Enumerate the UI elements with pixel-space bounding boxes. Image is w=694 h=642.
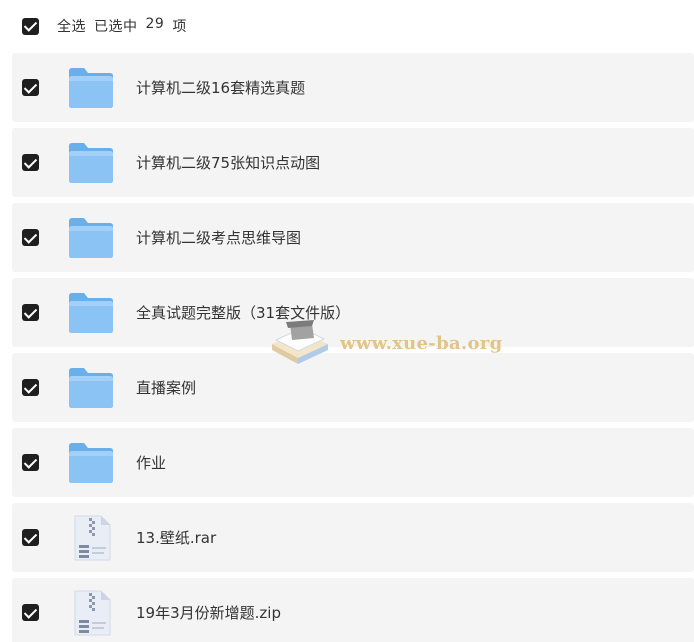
row-checkbox[interactable] xyxy=(22,379,39,396)
file-selection-page: 全选 已选中 29 项 计算机二级16套精选真题 计算机二级75张知识点动图 计算机… xyxy=(0,0,694,642)
file-row[interactable]: 计算机二级16套精选真题 xyxy=(12,53,694,122)
row-checkbox[interactable] xyxy=(22,604,39,621)
file-name[interactable]: 直播案例 xyxy=(136,377,196,398)
folder-icon xyxy=(68,215,114,261)
select-all-checkbox[interactable] xyxy=(22,17,39,35)
row-checkbox[interactable] xyxy=(22,154,39,171)
selected-count: 29 xyxy=(145,16,165,32)
file-name[interactable]: 计算机二级考点思维导图 xyxy=(136,227,301,248)
file-row[interactable]: 13.壁纸.rar xyxy=(12,503,694,572)
file-row[interactable]: 19年3月份新增题.zip xyxy=(12,578,694,642)
file-row[interactable]: 计算机二级考点思维导图 xyxy=(12,203,694,272)
file-name[interactable]: 计算机二级75张知识点动图 xyxy=(136,152,320,173)
row-checkbox[interactable] xyxy=(22,79,39,96)
folder-icon xyxy=(68,140,114,186)
count-unit: 项 xyxy=(172,19,187,35)
row-checkbox[interactable] xyxy=(22,229,39,246)
file-row[interactable]: 计算机二级75张知识点动图 xyxy=(12,128,694,197)
archive-file-icon xyxy=(68,590,114,636)
folder-icon xyxy=(68,365,114,411)
folder-icon xyxy=(68,440,114,486)
selection-header: 全选 已选中 29 项 xyxy=(0,0,694,52)
row-checkbox[interactable] xyxy=(22,529,39,546)
file-row[interactable]: 作业 xyxy=(12,428,694,497)
archive-file-icon xyxy=(68,515,114,561)
folder-icon xyxy=(68,65,114,111)
row-checkbox[interactable] xyxy=(22,304,39,321)
select-all-label[interactable]: 全选 xyxy=(57,16,86,36)
file-name[interactable]: 全真试题完整版（31套文件版） xyxy=(136,302,350,323)
file-row[interactable]: 直播案例 xyxy=(12,353,694,422)
file-list: 计算机二级16套精选真题 计算机二级75张知识点动图 计算机二级考点思维导图全真试题… xyxy=(12,53,694,642)
selection-summary: 全选 已选中 29 项 xyxy=(57,16,187,36)
file-name[interactable]: 作业 xyxy=(136,452,166,473)
file-name[interactable]: 计算机二级16套精选真题 xyxy=(136,77,305,98)
selected-label: 已选中 xyxy=(94,19,138,35)
file-name[interactable]: 19年3月份新增题.zip xyxy=(136,602,281,623)
row-checkbox[interactable] xyxy=(22,454,39,471)
folder-icon xyxy=(68,290,114,336)
file-row[interactable]: 全真试题完整版（31套文件版） xyxy=(12,278,694,347)
file-name[interactable]: 13.壁纸.rar xyxy=(136,527,216,548)
